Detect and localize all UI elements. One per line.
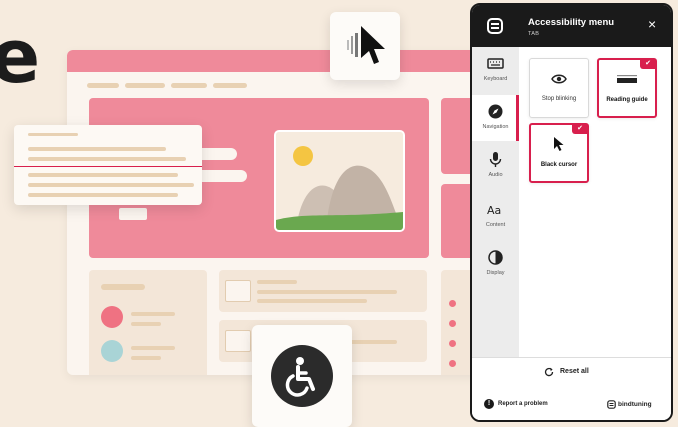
option-label: Stop blinking	[541, 96, 577, 102]
text-aa-icon: Aa	[487, 204, 501, 217]
sidebar-item-label: Navigation	[482, 124, 509, 130]
sidebar-item-content[interactable]: Aa Content	[472, 193, 519, 239]
svg-text:Aa: Aa	[487, 204, 501, 217]
bindtuning-logo-icon	[607, 400, 616, 409]
image-placeholder-icon	[225, 280, 251, 302]
accessibility-menu: Accessibility menu TAB × Keyboard Naviga…	[470, 3, 673, 422]
option-stop-blinking[interactable]: Stop blinking	[529, 58, 589, 118]
menu-header: Accessibility menu TAB ×	[472, 5, 671, 47]
eye-icon	[551, 74, 567, 84]
accessibility-widget-button[interactable]	[252, 325, 352, 427]
reset-all-button[interactable]: Reset all	[472, 357, 671, 389]
landscape-icon	[276, 132, 403, 230]
hero-button-placeholder	[119, 208, 147, 220]
site-header-bar	[67, 50, 487, 72]
menu-title: Accessibility menu	[528, 17, 615, 28]
sidebar-item-label: Content	[485, 222, 506, 228]
menu-subtitle: TAB	[528, 31, 540, 37]
sidebar-item-label: Audio	[488, 172, 503, 178]
reading-guide-icon	[617, 75, 637, 83]
nav-placeholder	[125, 83, 165, 88]
sidebar-item-label: Keyboard	[483, 76, 508, 82]
sidebar-item-label: Display	[486, 270, 505, 276]
check-icon: ✔	[640, 59, 656, 69]
wheelchair-icon	[271, 345, 333, 407]
alert-icon: !	[484, 399, 494, 409]
check-icon: ✔	[572, 124, 588, 134]
nav-placeholder	[213, 83, 247, 88]
compass-icon	[488, 104, 503, 119]
report-problem-link[interactable]: Report a problem	[498, 401, 548, 407]
list-card	[219, 270, 427, 312]
microphone-icon	[489, 152, 502, 167]
sidebar-item-audio[interactable]: Audio	[472, 143, 519, 189]
reading-guide-preview-card	[14, 125, 202, 205]
black-cursor-icon	[347, 26, 385, 64]
image-placeholder-icon	[225, 330, 251, 352]
reading-guide-line	[14, 166, 202, 167]
option-black-cursor[interactable]: ✔ Black cursor	[529, 123, 589, 183]
brand-name: bindtuning	[618, 401, 652, 408]
bindtuning-logo-icon	[487, 18, 503, 34]
headline-letter: e	[0, 14, 41, 100]
landscape-image	[274, 130, 405, 232]
sidebar-item-navigation[interactable]: Navigation	[472, 95, 519, 141]
profile-card	[89, 270, 207, 375]
nav-placeholder	[87, 83, 119, 88]
keyboard-icon	[487, 58, 504, 69]
cursor-icon	[554, 137, 564, 151]
menu-footer: ! Report a problem bindtuning	[472, 388, 671, 420]
contrast-icon	[488, 250, 503, 265]
menu-sidebar: Keyboard Navigation Audio Aa Content Dis…	[472, 47, 519, 357]
nav-placeholder	[171, 83, 207, 88]
close-icon[interactable]: ×	[648, 17, 656, 31]
option-reading-guide[interactable]: ✔ Reading guide	[597, 58, 657, 118]
sidebar-item-display[interactable]: Display	[472, 241, 519, 287]
menu-options-panel: Stop blinking ✔ Reading guide ✔ Black cu…	[519, 47, 671, 357]
sidebar-item-keyboard[interactable]: Keyboard	[472, 47, 519, 93]
option-label: Black cursor	[540, 162, 578, 168]
refresh-icon	[544, 367, 554, 377]
option-label: Reading guide	[606, 97, 648, 103]
cursor-preview-card	[330, 12, 400, 80]
reset-all-label: Reset all	[560, 368, 589, 375]
